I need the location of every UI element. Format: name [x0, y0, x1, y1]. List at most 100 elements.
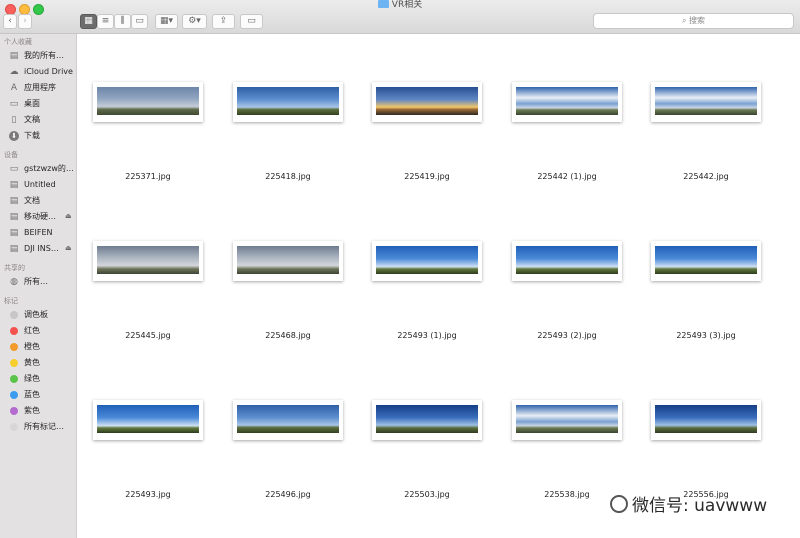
tag-color-icon	[10, 423, 18, 431]
file-thumbnail[interactable]	[372, 82, 482, 122]
file-name-label[interactable]: 225442.jpg	[636, 172, 776, 181]
sidebar-item[interactable]: ▤ 移动硬… ⏏	[0, 210, 76, 224]
file-thumbnail[interactable]	[651, 400, 761, 440]
sidebar: 个人收藏 ▤ 我的所有… ☁ iCloud Drive A 应用程序 ▭ 桌面 ▯ 文稿 ⬇ 下载 设备 ▭…	[0, 34, 77, 538]
sidebar-item-label: 绿色	[24, 374, 40, 383]
icon-view-button[interactable]: ▦	[80, 14, 97, 29]
sidebar-item-label: 调色板	[24, 310, 48, 319]
file-thumbnail[interactable]	[93, 241, 203, 281]
forward-button[interactable]: ›	[18, 14, 32, 29]
file-name-label[interactable]: 225445.jpg	[78, 331, 218, 340]
sidebar-item[interactable]: ⬇ 下载	[0, 129, 76, 143]
sidebar-item[interactable]: 紫色	[0, 404, 76, 418]
cover-flow-button[interactable]: ▭	[131, 14, 148, 29]
sidebar-item[interactable]: ▤ BEIFEN	[0, 226, 76, 240]
file-name-label[interactable]: 225418.jpg	[218, 172, 358, 181]
sidebar-item[interactable]: ☁ iCloud Drive	[0, 65, 76, 79]
eject-icon[interactable]: ⏏	[65, 212, 72, 220]
tags-button[interactable]: ▭	[240, 14, 263, 29]
sidebar-item-label: 文档	[24, 196, 40, 205]
file-thumbnail[interactable]	[651, 82, 761, 122]
panorama-image	[516, 405, 618, 433]
file-thumbnail[interactable]	[512, 82, 622, 122]
sidebar-section-title: 标记	[4, 297, 18, 305]
sidebar-item[interactable]: 红色	[0, 324, 76, 338]
sidebar-item-label: 所有…	[24, 277, 48, 286]
sidebar-item-label: 移动硬…	[24, 212, 56, 221]
file-thumbnail[interactable]	[512, 400, 622, 440]
file-name-label[interactable]: 225371.jpg	[78, 172, 218, 181]
disk-icon: ▤	[9, 196, 19, 206]
sidebar-item[interactable]: 绿色	[0, 372, 76, 386]
share-icon: ⇪	[219, 16, 228, 26]
file-name-label[interactable]: 225419.jpg	[357, 172, 497, 181]
sidebar-item[interactable]: ▯ 文稿	[0, 113, 76, 127]
sidebar-section-title: 设备	[4, 151, 18, 159]
sidebar-item[interactable]: 蓝色	[0, 388, 76, 402]
back-button[interactable]: ‹	[3, 14, 17, 29]
gear-icon: ⚙▾	[188, 16, 201, 26]
sidebar-section-title: 共享的	[4, 264, 25, 272]
panorama-image	[655, 246, 757, 274]
applications-icon: A	[10, 83, 18, 93]
file-thumbnail[interactable]	[233, 241, 343, 281]
file-thumbnail[interactable]	[651, 241, 761, 281]
sidebar-item[interactable]: 所有标记…	[0, 420, 76, 434]
arrange-button[interactable]: ▦▾	[155, 14, 178, 29]
file-name-label[interactable]: 225493.jpg	[78, 490, 218, 499]
list-icon: ≡	[101, 16, 110, 26]
file-thumbnail[interactable]	[93, 400, 203, 440]
file-name-label[interactable]: 225493 (3).jpg	[636, 331, 776, 340]
sidebar-item[interactable]: ▤ 我的所有…	[0, 49, 76, 63]
share-button[interactable]: ⇪	[212, 14, 235, 29]
column-view-button[interactable]: ⫼	[114, 14, 131, 29]
file-name-label[interactable]: 225493 (1).jpg	[357, 331, 497, 340]
sidebar-item[interactable]: A 应用程序	[0, 81, 76, 95]
panorama-image	[516, 246, 618, 274]
sidebar-item[interactable]: 橙色	[0, 340, 76, 354]
wechat-logo-icon	[610, 495, 628, 513]
file-name-label[interactable]: 225496.jpg	[218, 490, 358, 499]
panorama-image	[97, 246, 199, 274]
tag-color-icon	[10, 327, 18, 335]
columns-icon: ⫼	[120, 16, 125, 26]
sidebar-item[interactable]: ◍ 所有…	[0, 275, 76, 289]
file-name-label[interactable]: 225503.jpg	[357, 490, 497, 499]
sidebar-item-label: 应用程序	[24, 83, 56, 92]
list-view-button[interactable]: ≡	[97, 14, 114, 29]
file-thumbnail[interactable]	[512, 241, 622, 281]
sidebar-item[interactable]: ▭ 桌面	[0, 97, 76, 111]
eject-icon[interactable]: ⏏	[65, 244, 72, 252]
panorama-image	[655, 405, 757, 433]
tag-color-icon	[10, 311, 18, 319]
file-thumbnail[interactable]	[93, 82, 203, 122]
sidebar-item-label: 文稿	[24, 115, 40, 124]
file-thumbnail[interactable]	[233, 400, 343, 440]
cover-flow-icon: ▭	[135, 16, 144, 26]
sidebar-item-label: 下载	[24, 131, 40, 140]
sidebar-item[interactable]: ▤ 文档	[0, 194, 76, 208]
tag-color-icon	[10, 359, 18, 367]
file-thumbnail[interactable]	[372, 241, 482, 281]
sidebar-item[interactable]: 黄色	[0, 356, 76, 370]
watermark: 微信号: uavwww	[610, 491, 767, 516]
file-name-label[interactable]: 225442 (1).jpg	[497, 172, 637, 181]
file-thumbnail[interactable]	[372, 400, 482, 440]
sidebar-item[interactable]: ▤ DJI INS… ⏏	[0, 242, 76, 256]
tag-color-icon	[10, 375, 18, 383]
file-name-label[interactable]: 225468.jpg	[218, 331, 358, 340]
panorama-image	[97, 87, 199, 115]
sidebar-item[interactable]: 调色板	[0, 308, 76, 322]
action-button[interactable]: ⚙▾	[182, 14, 207, 29]
search-icon: ⌕	[681, 16, 687, 25]
folder-icon	[377, 0, 389, 8]
sidebar-item-label: iCloud Drive	[24, 67, 73, 76]
panorama-image	[376, 405, 478, 433]
search-field[interactable]: ⌕ 搜索	[593, 13, 794, 29]
panorama-image	[655, 87, 757, 115]
file-thumbnail[interactable]	[233, 82, 343, 122]
title-bar: VR相关 ‹ › ▦ ≡ ⫼ ▭ ▦▾ ⚙▾ ⇪ ▭ ⌕ 搜索	[0, 0, 800, 34]
file-name-label[interactable]: 225493 (2).jpg	[497, 331, 637, 340]
sidebar-item[interactable]: ▤ Untitled	[0, 178, 76, 192]
sidebar-item[interactable]: ▭ gstzwzw的…	[0, 162, 76, 176]
